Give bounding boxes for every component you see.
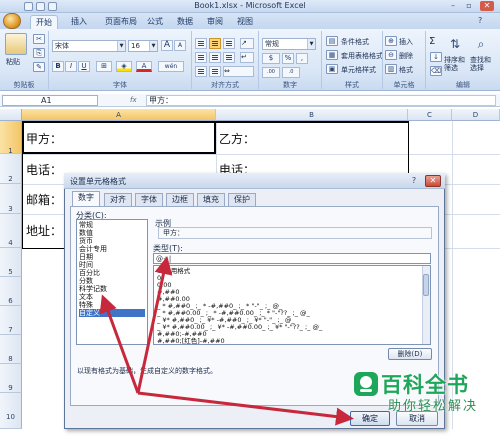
arrow-to-custom-category (99, 294, 140, 394)
arrow-to-ok-button (137, 391, 354, 426)
annotation-arrows (99, 256, 354, 426)
watermark-subtitle: 助你轻松解决 (388, 399, 479, 414)
arrow-to-type-input (136, 256, 173, 394)
watermark-logo-icon (354, 372, 378, 396)
